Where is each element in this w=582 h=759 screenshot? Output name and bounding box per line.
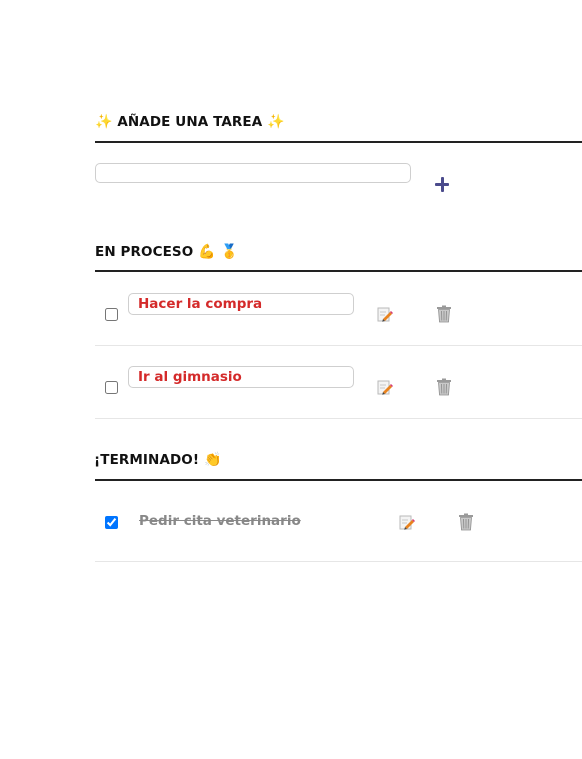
trash-icon — [457, 513, 475, 531]
add-task-title: AÑADE UNA TAREA — [117, 114, 263, 130]
task-text-input[interactable] — [128, 366, 354, 388]
delete-button[interactable] — [435, 305, 453, 323]
task-checkbox[interactable] — [105, 308, 118, 321]
task-checkbox-checked[interactable] — [105, 516, 118, 529]
in-progress-title: EN PROCESO — [95, 244, 194, 260]
done-task-text: Pedir cita veterinario — [139, 513, 301, 529]
section-divider — [95, 141, 582, 143]
new-task-input[interactable] — [95, 163, 411, 183]
task-checkbox[interactable] — [105, 381, 118, 394]
todo-app: ✨ AÑADE UNA TAREA ✨ EN PROCESO 💪 🥇 Hacer… — [0, 0, 582, 759]
row-divider — [95, 345, 582, 346]
add-task-heading: ✨ AÑADE UNA TAREA ✨ — [95, 114, 285, 130]
edit-button[interactable] — [398, 514, 416, 532]
clapping-hands-icon: 👏 — [203, 452, 222, 468]
sparkles-icon: ✨ — [95, 114, 113, 130]
edit-pencil-icon — [398, 514, 416, 532]
edit-button[interactable] — [376, 306, 394, 324]
edit-pencil-icon — [376, 379, 394, 397]
finished-heading: ¡TERMINADO! 👏 — [94, 452, 222, 468]
section-divider — [95, 270, 582, 272]
trash-icon — [435, 305, 453, 323]
add-task-button[interactable] — [431, 172, 453, 194]
muscle-medal-icon: 💪 🥇 — [198, 244, 239, 260]
task-text-input[interactable] — [128, 293, 354, 315]
delete-button[interactable] — [435, 378, 453, 396]
delete-button[interactable] — [457, 513, 475, 531]
finished-title: ¡TERMINADO! — [94, 452, 200, 468]
edit-pencil-icon — [376, 306, 394, 324]
in-progress-heading: EN PROCESO 💪 🥇 — [95, 244, 238, 260]
row-divider — [95, 418, 582, 419]
sparkles-icon: ✨ — [267, 114, 285, 130]
section-divider — [95, 479, 582, 481]
row-divider — [95, 561, 582, 562]
edit-button[interactable] — [376, 379, 394, 397]
trash-icon — [435, 378, 453, 396]
